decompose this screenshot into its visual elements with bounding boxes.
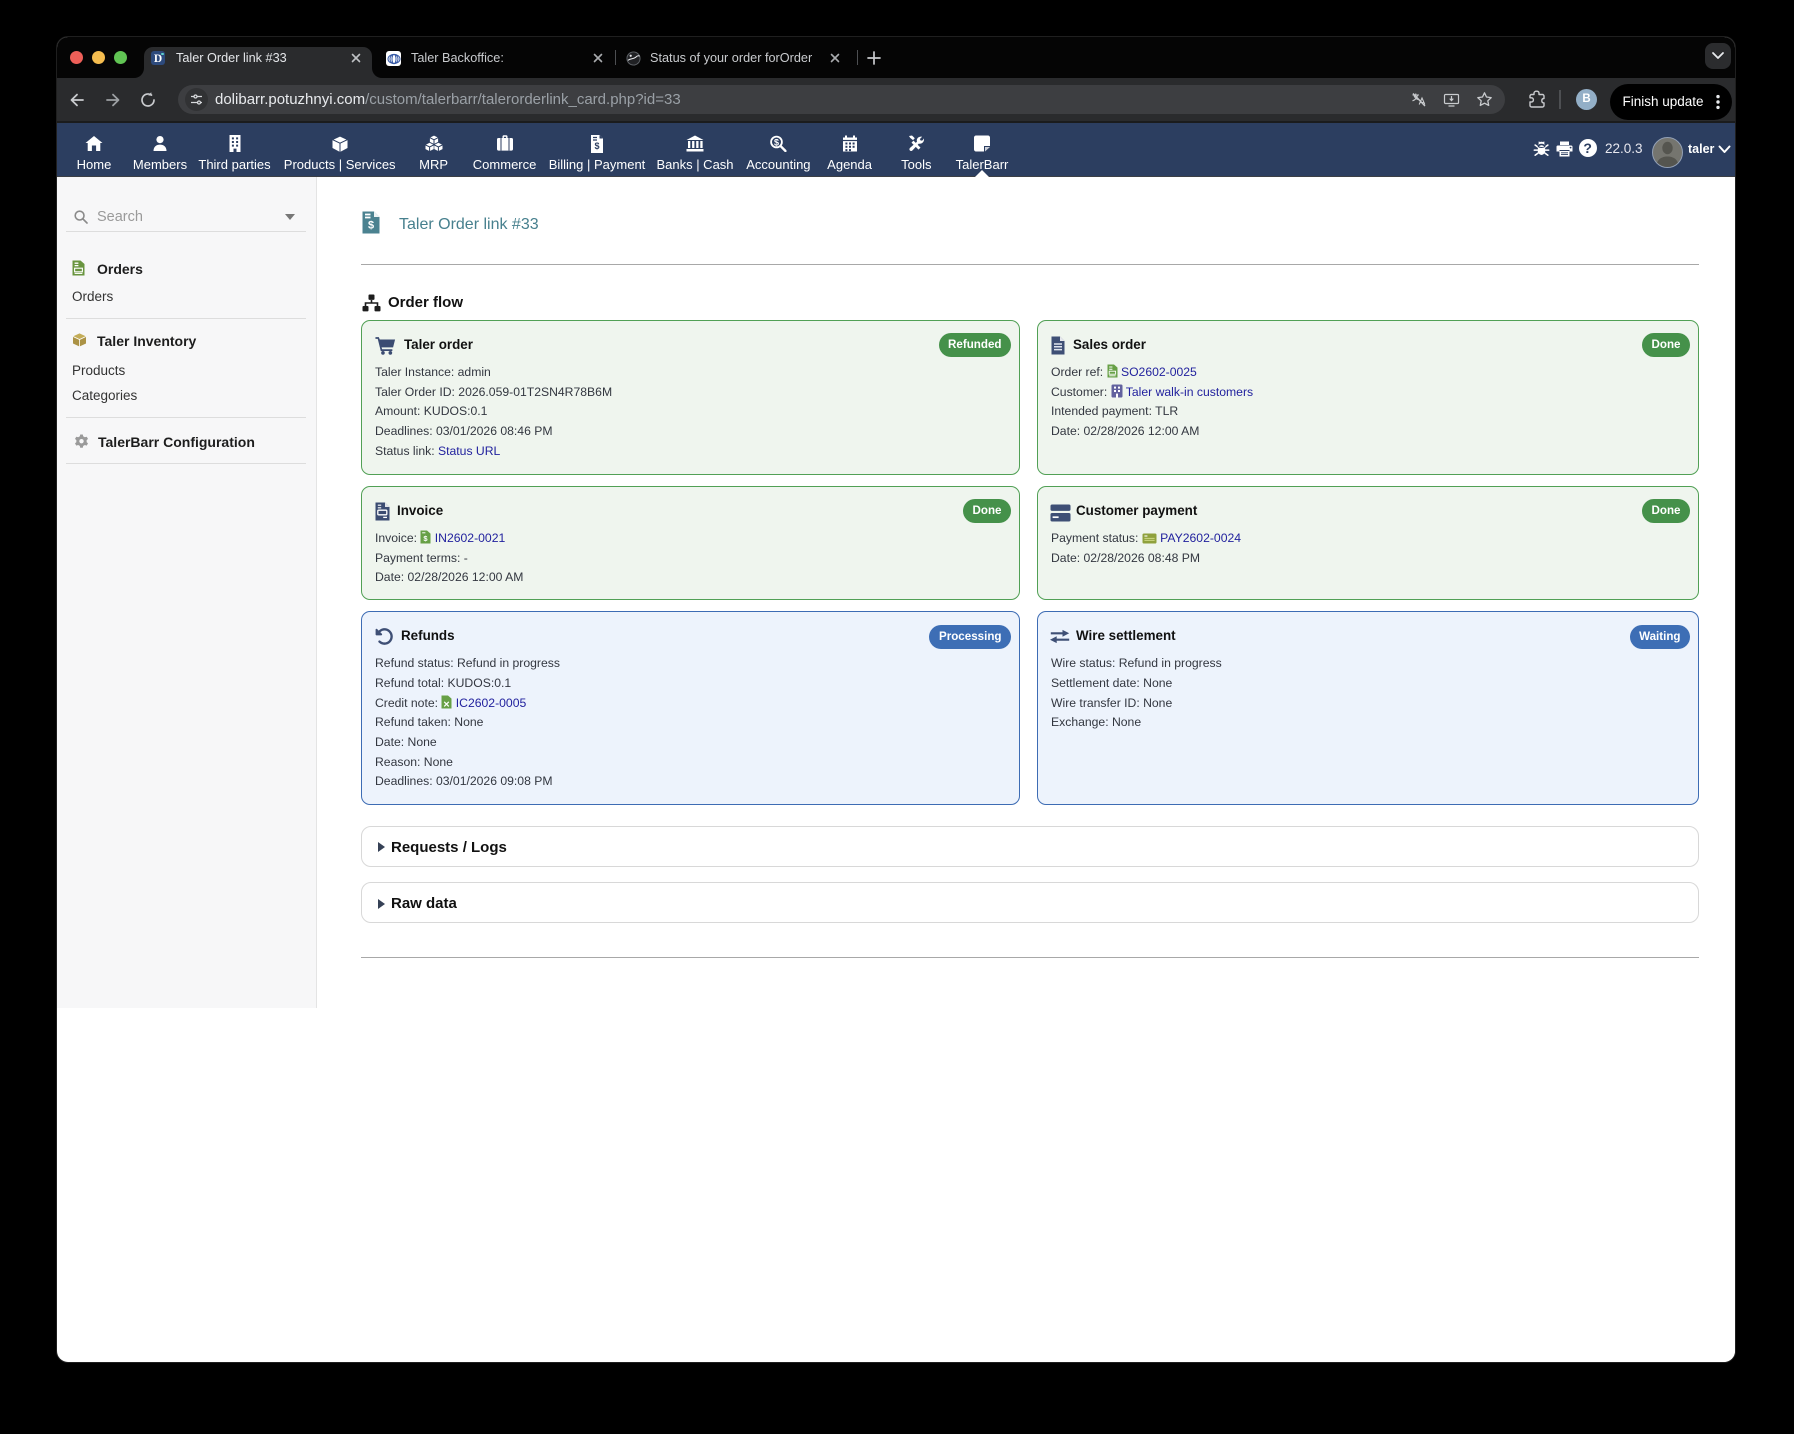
svg-text:$: $ <box>594 141 599 151</box>
svg-text:$: $ <box>368 220 374 232</box>
